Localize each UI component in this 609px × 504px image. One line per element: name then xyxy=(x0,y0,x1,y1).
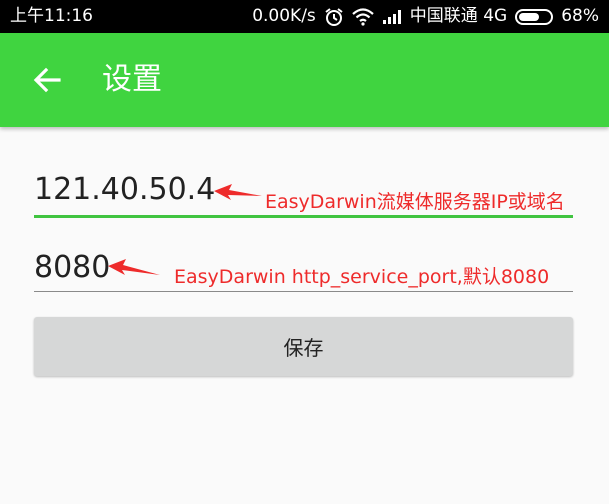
battery-percent: 68% xyxy=(561,6,599,26)
annotation-arrow-icon xyxy=(108,259,160,275)
alarm-icon xyxy=(324,0,344,33)
page-title: 设置 xyxy=(102,62,162,97)
signal-icon xyxy=(382,0,402,33)
battery-icon xyxy=(515,0,554,33)
app-bar: 设置 xyxy=(0,33,609,127)
arrow-left-icon xyxy=(33,67,61,93)
network-speed: 0.00K/s xyxy=(252,6,316,26)
status-indicators: 0.00K/s 中国联通 4G 68% xyxy=(252,0,599,33)
server-ip-input[interactable] xyxy=(34,172,214,207)
annotation-arrow-icon xyxy=(214,184,262,200)
status-time: 上午11:16 xyxy=(10,6,93,26)
carrier-label: 中国联通 4G xyxy=(409,6,508,26)
wifi-icon xyxy=(352,0,374,33)
back-button[interactable] xyxy=(28,61,66,99)
settings-screen: 上午11:16 0.00K/s 中国联通 4G 68% 设置 121.40.50… xyxy=(0,0,609,504)
status-bar: 上午11:16 0.00K/s 中国联通 4G 68% xyxy=(0,0,609,33)
ip-annotation: EasyDarwin流媒体服务器IP或域名 xyxy=(265,191,565,213)
save-button[interactable]: 保存 xyxy=(34,317,573,376)
port-annotation: EasyDarwin http_service_port,默认8080 xyxy=(174,266,550,288)
port-input[interactable] xyxy=(34,250,114,285)
